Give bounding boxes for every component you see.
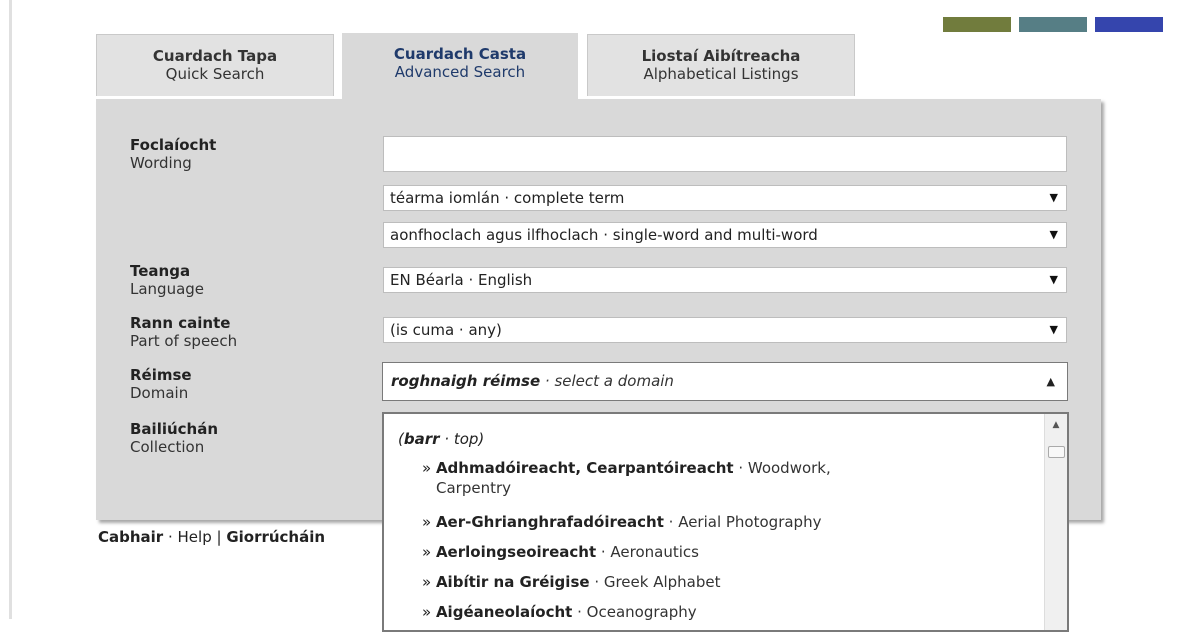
list-item-english: · Greek Alphabet: [589, 573, 721, 591]
scroll-thumb[interactable]: [1048, 446, 1065, 458]
match-type-value: téarma iomlán · complete term: [390, 189, 625, 207]
language-label-english: Language: [130, 280, 205, 298]
domain-select[interactable]: roghnaigh réimse · select a domain ▲: [382, 362, 1068, 401]
tab-alphabetical-listings[interactable]: Liostaí Aibítreacha Alphabetical Listing…: [587, 34, 855, 96]
wording-label: Foclaíocht Wording: [130, 136, 216, 172]
top-option-irish: barr: [403, 430, 440, 448]
domain-value-english: · select a domain: [540, 372, 674, 390]
tab-advanced-search-irish: Cuardach Casta: [393, 45, 527, 63]
collection-label-english: Collection: [130, 438, 205, 456]
domain-label-irish: Réimse: [130, 366, 192, 384]
list-item[interactable]: » Aibítir na Gréigise · Greek Alphabet: [422, 572, 1002, 592]
domain-dropdown-list[interactable]: (barr · top) » Adhmadóireacht, Cearpantó…: [382, 412, 1069, 632]
list-item-irish: Aer-Ghrianghrafadóireacht: [435, 513, 664, 531]
tab-advanced-search[interactable]: Cuardach Casta Advanced Search: [342, 33, 578, 101]
word-count-select[interactable]: aonfhoclach agus ilfhoclach · single-wor…: [383, 222, 1067, 248]
chevron-down-icon: ▼: [1049, 228, 1058, 241]
list-item[interactable]: » Aerloingseoireacht · Aeronautics: [422, 542, 1002, 562]
tab-alphabetical-listings-irish: Liostaí Aibítreacha: [641, 47, 801, 65]
help-link[interactable]: Cabhair: [98, 528, 163, 546]
domain-label-english: Domain: [130, 384, 189, 402]
list-item-irish: Aigéaneolaíocht: [435, 603, 573, 621]
domain-value-irish: roghnaigh réimse: [391, 372, 541, 390]
list-item-irish: Adhmadóireacht, Cearpantóireacht: [435, 459, 734, 477]
language-label-irish: Teanga: [130, 262, 191, 280]
collection-label: Bailiúchán Collection: [130, 420, 218, 456]
list-item-irish: Aerloingseoireacht: [435, 543, 597, 561]
pos-label-irish: Rann cainte: [130, 314, 231, 332]
tab-quick-search-english: Quick Search: [165, 65, 265, 83]
list-item-english: · Aerial Photography: [663, 513, 822, 531]
tab-quick-search-irish: Cuardach Tapa: [152, 47, 278, 65]
pos-value: (is cuma · any): [390, 321, 502, 339]
chevron-up-icon: ▲: [1046, 375, 1055, 388]
wording-label-irish: Foclaíocht: [130, 136, 217, 154]
wording-label-english: Wording: [130, 154, 192, 172]
list-item-irish: Aibítir na Gréigise: [435, 573, 590, 591]
collection-label-irish: Bailiúchán: [130, 420, 219, 438]
scrollbar[interactable]: ▲: [1044, 414, 1067, 630]
list-item-english: · Woodwork,: [733, 459, 831, 477]
tab-alphabetical-listings-english: Alphabetical Listings: [643, 65, 799, 83]
list-item[interactable]: » Aer-Ghrianghrafadóireacht · Aerial Pho…: [422, 512, 1002, 532]
chevron-down-icon: ▼: [1049, 273, 1058, 286]
help-link-english: · Help |: [163, 528, 227, 546]
abbreviations-link[interactable]: Giorrúcháin: [226, 528, 325, 546]
list-item-english: · Aeronautics: [596, 543, 699, 561]
color-swatch-teal[interactable]: [1019, 17, 1087, 32]
match-type-select[interactable]: téarma iomlán · complete term ▼: [383, 185, 1067, 211]
help-links: Cabhair · Help | Giorrúcháin: [98, 528, 325, 546]
list-item[interactable]: » Adhmadóireacht, Cearpantóireacht · Woo…: [422, 458, 1002, 498]
pos-select[interactable]: (is cuma · any) ▼: [383, 317, 1067, 343]
tab-advanced-search-english: Advanced Search: [394, 63, 526, 81]
left-border: [9, 0, 12, 619]
domain-label: Réimse Domain: [130, 366, 192, 402]
color-swatch-olive[interactable]: [943, 17, 1011, 32]
dropdown-top-option[interactable]: (barr · top): [398, 430, 484, 448]
top-option-english: · top: [439, 430, 479, 448]
list-item-english: · Oceanography: [572, 603, 697, 621]
scroll-up-icon[interactable]: ▲: [1045, 420, 1067, 430]
language-value: EN Béarla · English: [390, 271, 533, 289]
language-select[interactable]: EN Béarla · English ▼: [383, 267, 1067, 293]
chevron-down-icon: ▼: [1049, 323, 1058, 336]
pos-label-english: Part of speech: [130, 332, 238, 350]
wording-input[interactable]: [383, 136, 1067, 172]
chevron-down-icon: ▼: [1049, 191, 1058, 204]
pos-label: Rann cainte Part of speech: [130, 314, 237, 350]
list-item[interactable]: » Aigéaneolaíocht · Oceanography: [422, 602, 1002, 622]
tab-quick-search[interactable]: Cuardach Tapa Quick Search: [96, 34, 334, 96]
color-swatch-blue[interactable]: [1095, 17, 1163, 32]
language-label: Teanga Language: [130, 262, 204, 298]
list-item-english-cont: Carpentry: [436, 479, 512, 497]
word-count-value: aonfhoclach agus ilfhoclach · single-wor…: [390, 226, 818, 244]
